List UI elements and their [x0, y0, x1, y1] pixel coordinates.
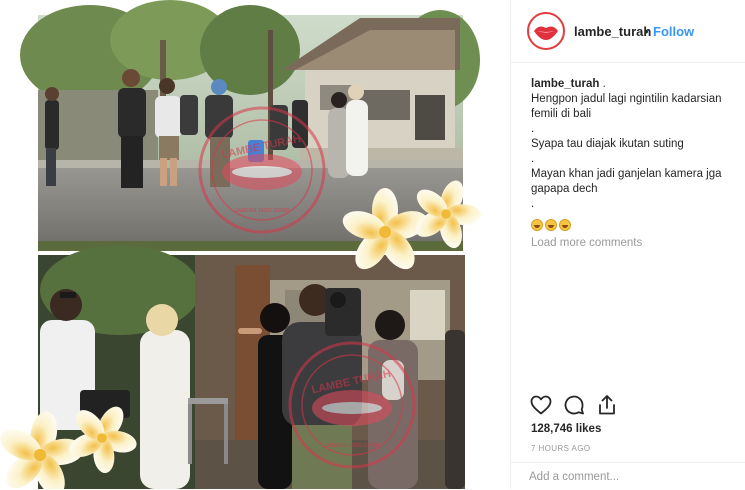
- grinning-sweat-emoji-icon: [545, 218, 557, 231]
- likes-count[interactable]: 128,746 likes: [531, 423, 601, 435]
- comment-icon[interactable]: [562, 393, 586, 417]
- share-icon[interactable]: [595, 393, 619, 417]
- caption-line: Syapa tau diajak ikutan suting: [531, 138, 684, 150]
- grinning-sweat-emoji-icon: [559, 218, 571, 231]
- watermark-bottom-tagline: JANGAN JAGO GOSIP: [325, 443, 380, 449]
- caption-username[interactable]: lambe_turah: [531, 78, 599, 90]
- caption-emoji-row: [531, 218, 736, 233]
- lips-logo-icon: [534, 26, 558, 40]
- post-media[interactable]: LAMBE TURAH JANGAN JAGO GOSIP LAMBE TURA…: [0, 0, 510, 489]
- post-sidebar: lambe_turah • Follow lambe_turah . Hengp…: [510, 0, 745, 489]
- heart-icon[interactable]: [529, 393, 553, 417]
- header-username[interactable]: lambe_turah: [574, 24, 651, 39]
- post-photo-collage: LAMBE TURAH JANGAN JAGO GOSIP LAMBE TURA…: [0, 0, 482, 489]
- avatar[interactable]: [527, 12, 565, 50]
- caption-line: .: [531, 153, 535, 165]
- grinning-sweat-emoji-icon: [531, 218, 543, 231]
- load-more-comments-link[interactable]: Load more comments: [531, 237, 642, 249]
- caption-line: Mayan khan jadi ganjelan kamera jga gapa…: [531, 168, 722, 195]
- watermark-top-tagline: JANGAN JAGO GOSIP: [235, 208, 290, 214]
- caption-line: .: [531, 198, 535, 210]
- add-comment-bar: [511, 462, 745, 490]
- caption-line: Hengpon jadul lagi ngintilin kadarsian f…: [531, 93, 722, 120]
- add-comment-input[interactable]: [529, 471, 729, 483]
- caption-line: .: [531, 123, 535, 135]
- header-separator: •: [644, 24, 649, 39]
- post-header: lambe_turah • Follow: [511, 0, 745, 63]
- post-timestamp: 7 HOURS AGO: [531, 444, 591, 453]
- follow-button[interactable]: Follow: [653, 24, 694, 39]
- caption: lambe_turah . Hengpon jadul lagi ngintil…: [531, 77, 736, 233]
- caption-username-suffix: .: [599, 78, 606, 90]
